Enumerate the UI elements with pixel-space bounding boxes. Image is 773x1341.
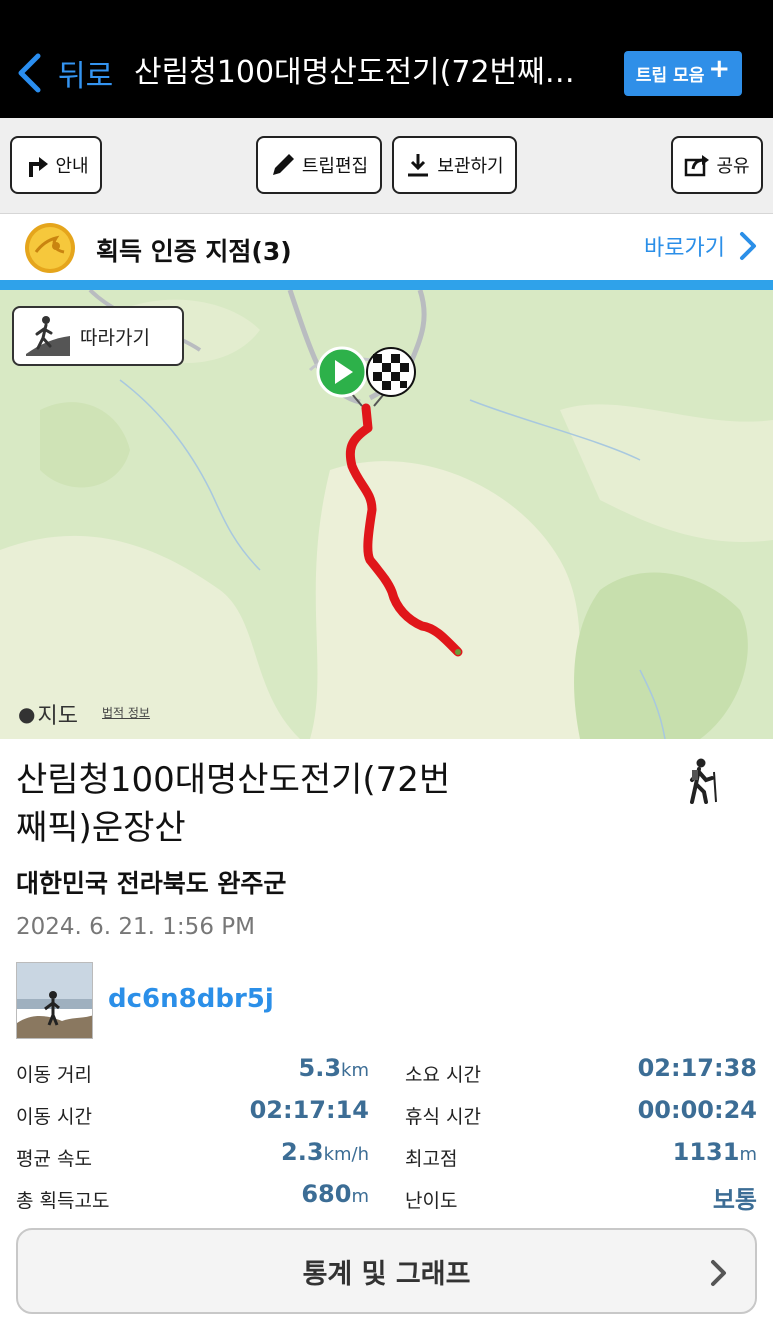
edit-trip-button[interactable]: 트립편집 <box>256 136 382 194</box>
back-button[interactable]: 뒤로 <box>14 50 113 96</box>
stat-label: 이동 거리 <box>16 1064 92 1086</box>
legal-info-link[interactable]: 법적 정보 <box>102 704 150 721</box>
stat-row: 이동 거리 5.3km 소요 시간 02:17:38 <box>0 1050 773 1090</box>
stat-row: 이동 시간 02:17:14 휴식 시간 00:00:24 <box>0 1092 773 1132</box>
trip-date: 2024. 6. 21. 1:56 PM <box>16 914 255 940</box>
hiker-icon <box>26 316 70 356</box>
medal-icon <box>25 223 75 273</box>
back-label: 뒤로 <box>58 59 114 94</box>
turn-arrow-icon <box>29 157 49 177</box>
download-icon <box>408 154 429 177</box>
stat-label: 최고점 <box>405 1148 458 1170</box>
stats-graph-label: 통계 및 그래프 <box>302 1258 471 1290</box>
username-link[interactable]: dc6n8dbr5j <box>108 984 274 1014</box>
pencil-icon <box>272 154 294 175</box>
certification-label: 획득 인증 지점(3) <box>96 237 292 266</box>
stats-graph-button[interactable]: 통계 및 그래프 <box>16 1228 757 1314</box>
share-icon <box>685 155 710 177</box>
hiking-activity-icon <box>690 758 717 804</box>
stat-value: 5.3km <box>298 1054 369 1082</box>
stat-value: 00:00:24 <box>637 1096 757 1124</box>
divider-accent <box>0 280 773 290</box>
stat-row: 평균 속도 2.3km/h 최고점 1131m <box>0 1134 773 1174</box>
stat-label: 평균 속도 <box>16 1148 92 1170</box>
trip-region: 대한민국 전라북도 완주군 <box>16 869 287 898</box>
stat-value: 보통 <box>712 1186 757 1214</box>
stat-row: 총 획득고도 680m 난이도 보통 <box>0 1176 773 1216</box>
stat-label: 난이도 <box>405 1190 458 1212</box>
stat-value: 680m <box>301 1180 369 1208</box>
stat-label: 휴식 시간 <box>405 1106 481 1128</box>
save-button[interactable]: 보관하기 <box>392 136 517 194</box>
guide-label: 안내 <box>55 156 89 177</box>
trip-title: 산림청100대명산도전기(72번째픽)운장산 <box>16 760 451 848</box>
stat-value: 2.3km/h <box>281 1138 369 1166</box>
go-shortcut-link[interactable]: 바로가기 <box>644 230 759 262</box>
app-header: 뒤로 산림청100대명산도전기(72번째… 트립 모음 + <box>0 0 773 118</box>
route-map[interactable]: 따라가기 ● 지도 법적 정보 <box>0 290 773 739</box>
trip-collection-label: 트립 모음 <box>635 66 705 86</box>
chevron-right-icon <box>711 1260 726 1286</box>
stat-label: 이동 시간 <box>16 1106 92 1128</box>
share-button[interactable]: 공유 <box>671 136 763 194</box>
follow-button[interactable]: 따라가기 <box>12 306 184 366</box>
save-label: 보관하기 <box>437 156 504 177</box>
stat-value: 02:17:38 <box>637 1054 757 1082</box>
avatar[interactable] <box>16 962 93 1039</box>
map-logo: ● 지도 <box>18 698 78 730</box>
stat-value: 1131m <box>672 1138 757 1166</box>
stat-label: 소요 시간 <box>405 1064 481 1086</box>
map-logo-label: 지도 <box>37 704 78 729</box>
certification-bar[interactable]: 획득 인증 지점(3) 바로가기 <box>0 214 773 282</box>
chevron-right-icon <box>740 232 756 260</box>
trip-collection-button[interactable]: 트립 모음 + <box>624 51 742 96</box>
stat-label: 총 획득고도 <box>16 1190 110 1212</box>
toolbar: 안내 트립편집 보관하기 공유 <box>0 118 773 214</box>
guide-button[interactable]: 안내 <box>10 136 102 194</box>
go-shortcut-label: 바로가기 <box>644 236 725 261</box>
share-label: 공유 <box>716 156 750 177</box>
chevron-left-icon <box>18 53 41 93</box>
apple-icon: ● <box>18 702 36 726</box>
follow-label: 따라가기 <box>80 326 150 349</box>
avatar-photo <box>17 963 92 1038</box>
edit-trip-label: 트립편집 <box>301 156 369 177</box>
stat-value: 02:17:14 <box>249 1096 369 1124</box>
plus-icon: + <box>708 53 731 84</box>
page-title: 산림청100대명산도전기(72번째… <box>134 55 575 90</box>
